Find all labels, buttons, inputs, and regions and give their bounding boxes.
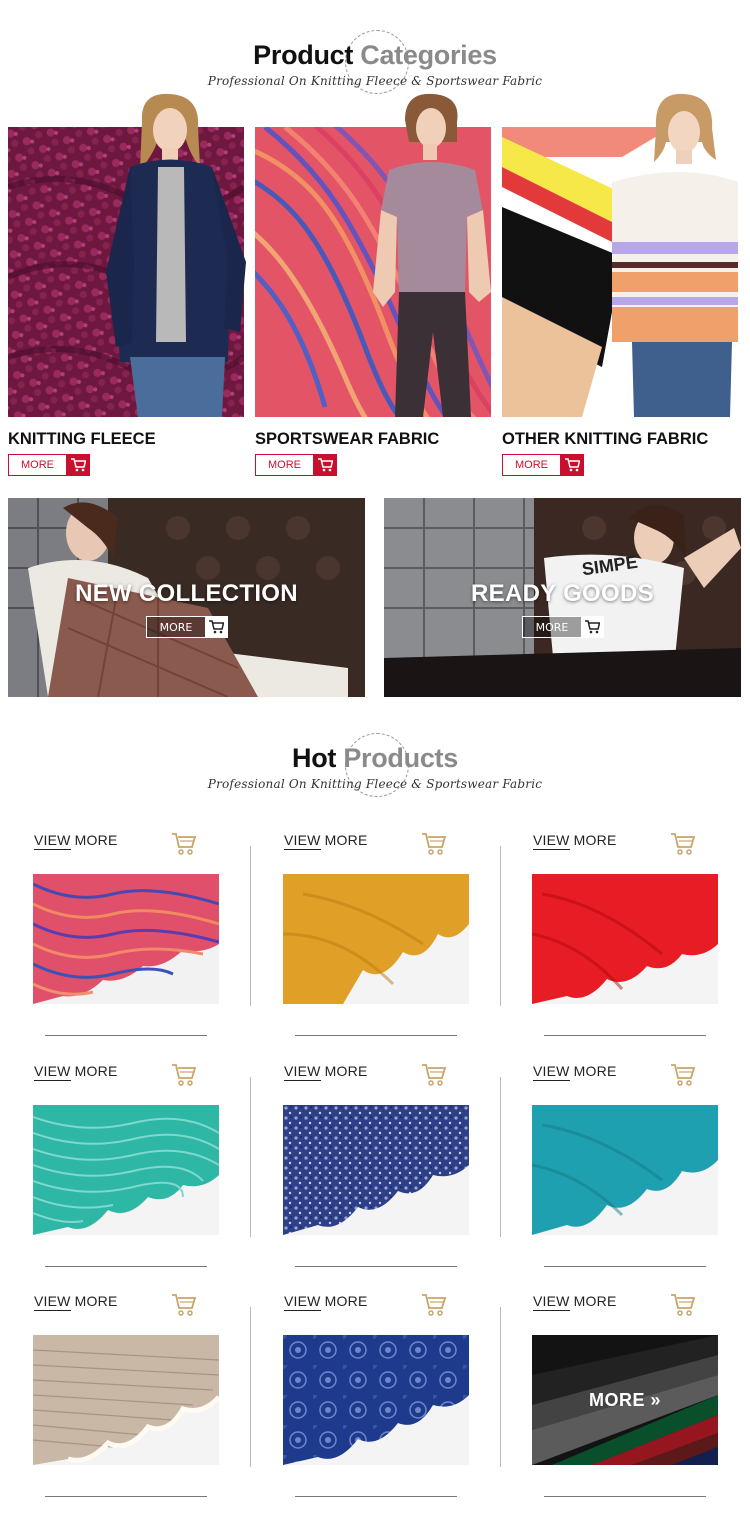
- view-more-link[interactable]: VIEW MORE: [34, 1063, 117, 1081]
- product-image[interactable]: [283, 1335, 469, 1465]
- product-divider: [544, 1035, 706, 1036]
- view-more-link[interactable]: VIEW MORE: [34, 832, 117, 850]
- product-image[interactable]: MORE »: [532, 1335, 718, 1465]
- view-more-link[interactable]: VIEW MORE: [284, 1293, 367, 1311]
- product-card[interactable]: VIEW MORE: [33, 832, 233, 1047]
- hot-products-title: Hot Products: [292, 743, 458, 773]
- product-image[interactable]: [33, 1335, 219, 1465]
- view-more-link[interactable]: VIEW MORE: [533, 1063, 616, 1081]
- product-card[interactable]: VIEW MORE: [532, 1063, 732, 1278]
- product-image[interactable]: [283, 874, 469, 1004]
- product-divider: [45, 1035, 207, 1036]
- category-more-button[interactable]: MORE: [255, 454, 337, 476]
- banner-more-button[interactable]: MORE: [522, 616, 604, 638]
- category-name[interactable]: OTHER KNITTING FABRIC: [502, 430, 708, 449]
- view-more-link[interactable]: VIEW MORE: [34, 1293, 117, 1311]
- product-image[interactable]: [283, 1105, 469, 1235]
- model-photo: [612, 93, 738, 417]
- category-more-button[interactable]: MORE: [502, 454, 584, 476]
- banner-title: READY GOODS: [471, 580, 654, 607]
- product-divider: [295, 1266, 457, 1267]
- cart-icon: [560, 455, 583, 475]
- category-name[interactable]: KNITTING FLEECE: [8, 430, 156, 449]
- model-photo: [373, 93, 491, 417]
- cart-icon[interactable]: [421, 1293, 447, 1321]
- product-card[interactable]: VIEW MORE: [532, 832, 732, 1047]
- banner-title: NEW COLLECTION: [75, 580, 298, 607]
- category-name[interactable]: SPORTSWEAR FABRIC: [255, 430, 439, 449]
- product-divider: [544, 1496, 706, 1497]
- category-card-other-knitting-fabric[interactable]: OTHER KNITTING FABRIC MORE: [502, 92, 738, 482]
- cart-icon: [581, 617, 603, 637]
- view-more-link[interactable]: VIEW MORE: [284, 832, 367, 850]
- categories-title: Product Categories: [253, 40, 497, 70]
- model-photo: [106, 93, 246, 417]
- cart-icon: [313, 455, 336, 475]
- product-image[interactable]: [532, 874, 718, 1004]
- banner-more-button[interactable]: MORE: [146, 616, 228, 638]
- column-divider: [250, 1077, 251, 1237]
- cart-icon[interactable]: [171, 1063, 197, 1091]
- cart-icon[interactable]: [171, 1293, 197, 1321]
- column-divider: [500, 1077, 501, 1237]
- view-more-link[interactable]: VIEW MORE: [533, 832, 616, 850]
- cart-icon[interactable]: [670, 832, 696, 860]
- cart-icon: [66, 455, 89, 475]
- cart-icon[interactable]: [171, 832, 197, 860]
- cart-icon: [205, 617, 227, 637]
- view-more-link[interactable]: VIEW MORE: [284, 1063, 367, 1081]
- category-card-sportswear-fabric[interactable]: SPORTSWEAR FABRIC MORE: [255, 92, 491, 482]
- product-image[interactable]: [33, 1105, 219, 1235]
- product-divider: [45, 1266, 207, 1267]
- product-card-more[interactable]: VIEW MORE MORE »: [532, 1293, 732, 1508]
- product-divider: [295, 1035, 457, 1036]
- product-image[interactable]: [532, 1105, 718, 1235]
- column-divider: [500, 846, 501, 1006]
- hot-products-subtitle: Professional On Knitting Fleece & Sports…: [207, 777, 543, 791]
- cart-icon[interactable]: [421, 1063, 447, 1091]
- product-divider: [295, 1496, 457, 1497]
- cart-icon[interactable]: [670, 1293, 696, 1321]
- product-card[interactable]: VIEW MORE: [33, 1293, 233, 1508]
- product-divider: [544, 1266, 706, 1267]
- category-more-button[interactable]: MORE: [8, 454, 90, 476]
- hot-products-heading: Hot Products Professional On Knitting Fl…: [0, 733, 750, 813]
- product-card[interactable]: VIEW MORE: [283, 832, 483, 1047]
- categories-subtitle: Professional On Knitting Fleece & Sports…: [207, 74, 543, 88]
- view-more-link[interactable]: VIEW MORE: [533, 1293, 616, 1311]
- banner-new-collection[interactable]: NEW COLLECTION MORE: [8, 498, 365, 697]
- cart-icon[interactable]: [421, 832, 447, 860]
- product-card[interactable]: VIEW MORE: [283, 1293, 483, 1508]
- product-card[interactable]: VIEW MORE: [283, 1063, 483, 1278]
- column-divider: [250, 1307, 251, 1467]
- product-card[interactable]: VIEW MORE: [33, 1063, 233, 1278]
- banner-ready-goods[interactable]: SIMPE READY GOODS MORE: [384, 498, 741, 697]
- column-divider: [500, 1307, 501, 1467]
- more-overlay[interactable]: MORE »: [532, 1335, 718, 1465]
- product-divider: [45, 1496, 207, 1497]
- category-card-knitting-fleece[interactable]: KNITTING FLEECE MORE: [8, 92, 246, 482]
- cart-icon[interactable]: [670, 1063, 696, 1091]
- column-divider: [250, 846, 251, 1006]
- product-image[interactable]: [33, 874, 219, 1004]
